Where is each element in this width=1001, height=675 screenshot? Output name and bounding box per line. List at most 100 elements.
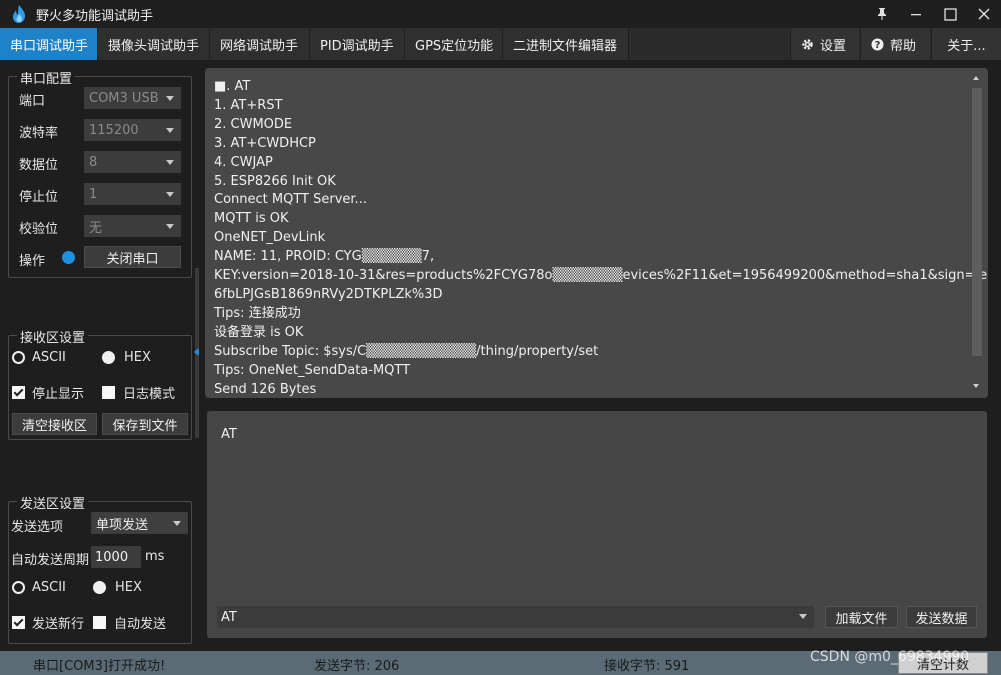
tab-pid-debug[interactable]: PID调试助手 [310, 28, 405, 60]
load-file-button[interactable]: 加载文件 [825, 606, 898, 628]
tab-serial-debug[interactable]: 串口调试助手 [0, 28, 98, 60]
recv-hex-radio[interactable] [102, 351, 115, 364]
settings-label: 设置 [820, 38, 847, 54]
send-history-value: AT [221, 609, 237, 625]
receive-line: 3. AT+CWDHCP [214, 135, 316, 151]
receive-line: ■. AT [214, 79, 251, 94]
chevron-down-icon [166, 96, 174, 101]
stopbits-select[interactable]: 1 [84, 183, 181, 205]
send-history-select[interactable]: AT [217, 606, 814, 628]
receive-line: 1. AT+RST [214, 97, 283, 113]
baud-select[interactable]: 115200 [84, 119, 181, 141]
receive-line: 设备登录 is OK [214, 324, 304, 340]
auto-send-option[interactable]: 自动发送 [93, 613, 166, 632]
flame-logo-icon [13, 5, 25, 23]
send-hex-radio[interactable] [93, 581, 106, 594]
send-newline-label: 发送新行 [32, 617, 85, 632]
help-button[interactable]: ? 帮助 [860, 28, 930, 60]
receive-line: Connect MQTT Server... [214, 192, 367, 208]
parity-select[interactable]: 无 [84, 215, 181, 237]
watermark: CSDN @m0_69834990 [810, 649, 970, 665]
auto-period-input[interactable]: 1000 [91, 546, 141, 568]
auto-period-label: 自动发送周期 [11, 553, 90, 568]
send-ascii-label: ASCII [32, 580, 66, 595]
minimize-icon[interactable] [899, 0, 933, 28]
baud-label: 波特率 [19, 126, 59, 141]
tab-binary-editor[interactable]: 二进制文件编辑器 [503, 28, 629, 60]
send-ascii-radio[interactable] [12, 581, 25, 594]
chevron-down-icon [166, 224, 174, 229]
receive-line: 6fbLPJGsB1869nRVy2DTKPLZk%3D [214, 286, 443, 302]
tab-camera-debug[interactable]: 摄像头调试助手 [98, 28, 210, 60]
stop-display-checkbox[interactable] [12, 386, 25, 399]
receive-line: OneNET_DevLink [214, 230, 326, 246]
log-mode-option[interactable]: 日志模式 [102, 383, 175, 402]
receive-line: 5. ESP8266 Init OK [214, 173, 336, 189]
port-label: 端口 [19, 94, 46, 109]
maximize-icon[interactable] [933, 0, 967, 28]
log-mode-label: 日志模式 [123, 387, 176, 402]
receive-line: NAME: 11, PROID: CYG▒▒▒▒▒▒7, [214, 249, 435, 265]
auto-send-checkbox[interactable] [93, 616, 106, 629]
recv-ascii-option[interactable]: ASCII [12, 350, 66, 365]
send-newline-option[interactable]: 发送新行 [12, 613, 84, 632]
parity-label: 校验位 [19, 222, 59, 237]
recv-ascii-radio[interactable] [12, 351, 25, 364]
svg-text:?: ? [875, 40, 881, 51]
auto-send-label: 自动发送 [114, 617, 167, 632]
title-bar: 野火多功能调试助手 [0, 0, 1001, 28]
close-port-button[interactable]: 关闭串口 [84, 246, 181, 268]
save-to-file-button[interactable]: 保存到文件 [102, 413, 188, 435]
stop-display-option[interactable]: 停止显示 [12, 383, 84, 402]
stopbits-value: 1 [89, 186, 98, 202]
tab-gps[interactable]: GPS定位功能 [405, 28, 503, 60]
settings-button[interactable]: 设置 [790, 28, 859, 60]
send-ascii-option[interactable]: ASCII [12, 580, 66, 595]
scroll-up-icon[interactable] [973, 76, 979, 80]
send-text-input[interactable]: AT [221, 427, 237, 442]
received-bytes: 接收字节: 591 [604, 659, 690, 674]
splitter-arrow-icon[interactable] [194, 348, 199, 356]
recv-ascii-label: ASCII [32, 350, 66, 365]
chevron-down-icon [166, 160, 174, 165]
stopbits-label: 停止位 [19, 190, 59, 205]
recv-hex-option[interactable]: HEX [102, 350, 151, 365]
chevron-down-icon [173, 521, 181, 526]
receive-line: MQTT is OK [214, 211, 289, 227]
send-newline-checkbox[interactable] [12, 616, 25, 629]
receive-scroll-thumb[interactable] [972, 88, 982, 356]
question-circle-icon: ? [871, 38, 884, 51]
port-value: COM3 USB [89, 90, 159, 106]
operation-label: 操作 [19, 254, 46, 269]
tab-network-debug[interactable]: 网络调试助手 [210, 28, 310, 60]
gear-icon [802, 38, 813, 50]
send-hex-label: HEX [115, 580, 142, 595]
receive-line: KEY:version=2018-10-31&res=products%2FCY… [214, 268, 988, 284]
send-option-select[interactable]: 单项发送 [91, 512, 188, 534]
window-controls [865, 0, 1001, 28]
databits-value: 8 [89, 154, 98, 170]
databits-select[interactable]: 8 [84, 151, 181, 173]
recv-hex-label: HEX [124, 350, 151, 365]
scroll-down-icon[interactable] [973, 384, 979, 388]
databits-label: 数据位 [19, 158, 59, 173]
baud-value: 115200 [89, 122, 139, 138]
clear-recv-button[interactable]: 清空接收区 [12, 413, 97, 435]
pin-icon[interactable] [865, 0, 899, 28]
send-hex-option[interactable]: HEX [93, 580, 142, 595]
send-data-button[interactable]: 发送数据 [906, 606, 977, 628]
close-icon[interactable] [967, 0, 1001, 28]
log-mode-checkbox[interactable] [102, 386, 115, 399]
main-tab-bar: 串口调试助手 摄像头调试助手 网络调试助手 PID调试助手 GPS定位功能 二进… [0, 28, 1001, 60]
about-button[interactable]: 关于... [931, 28, 1001, 60]
stop-display-label: 停止显示 [32, 387, 85, 402]
send-option-value: 单项发送 [96, 517, 149, 533]
port-select[interactable]: COM3 USB [84, 87, 181, 109]
chevron-down-icon [166, 192, 174, 197]
period-unit: ms [145, 549, 165, 564]
receive-scrollbar[interactable] [972, 74, 982, 392]
receive-line: Send 126 Bytes [214, 381, 317, 397]
receive-lines: ■. AT 1. AT+RST 2. CWMODE 3. AT+CWDHCP 4. CW… [214, 78, 988, 398]
parity-value: 无 [89, 220, 103, 236]
receive-text-area[interactable]: ■. AT 1. AT+RST 2. CWMODE 3. AT+CWDHCP 4. CW… [205, 68, 988, 398]
